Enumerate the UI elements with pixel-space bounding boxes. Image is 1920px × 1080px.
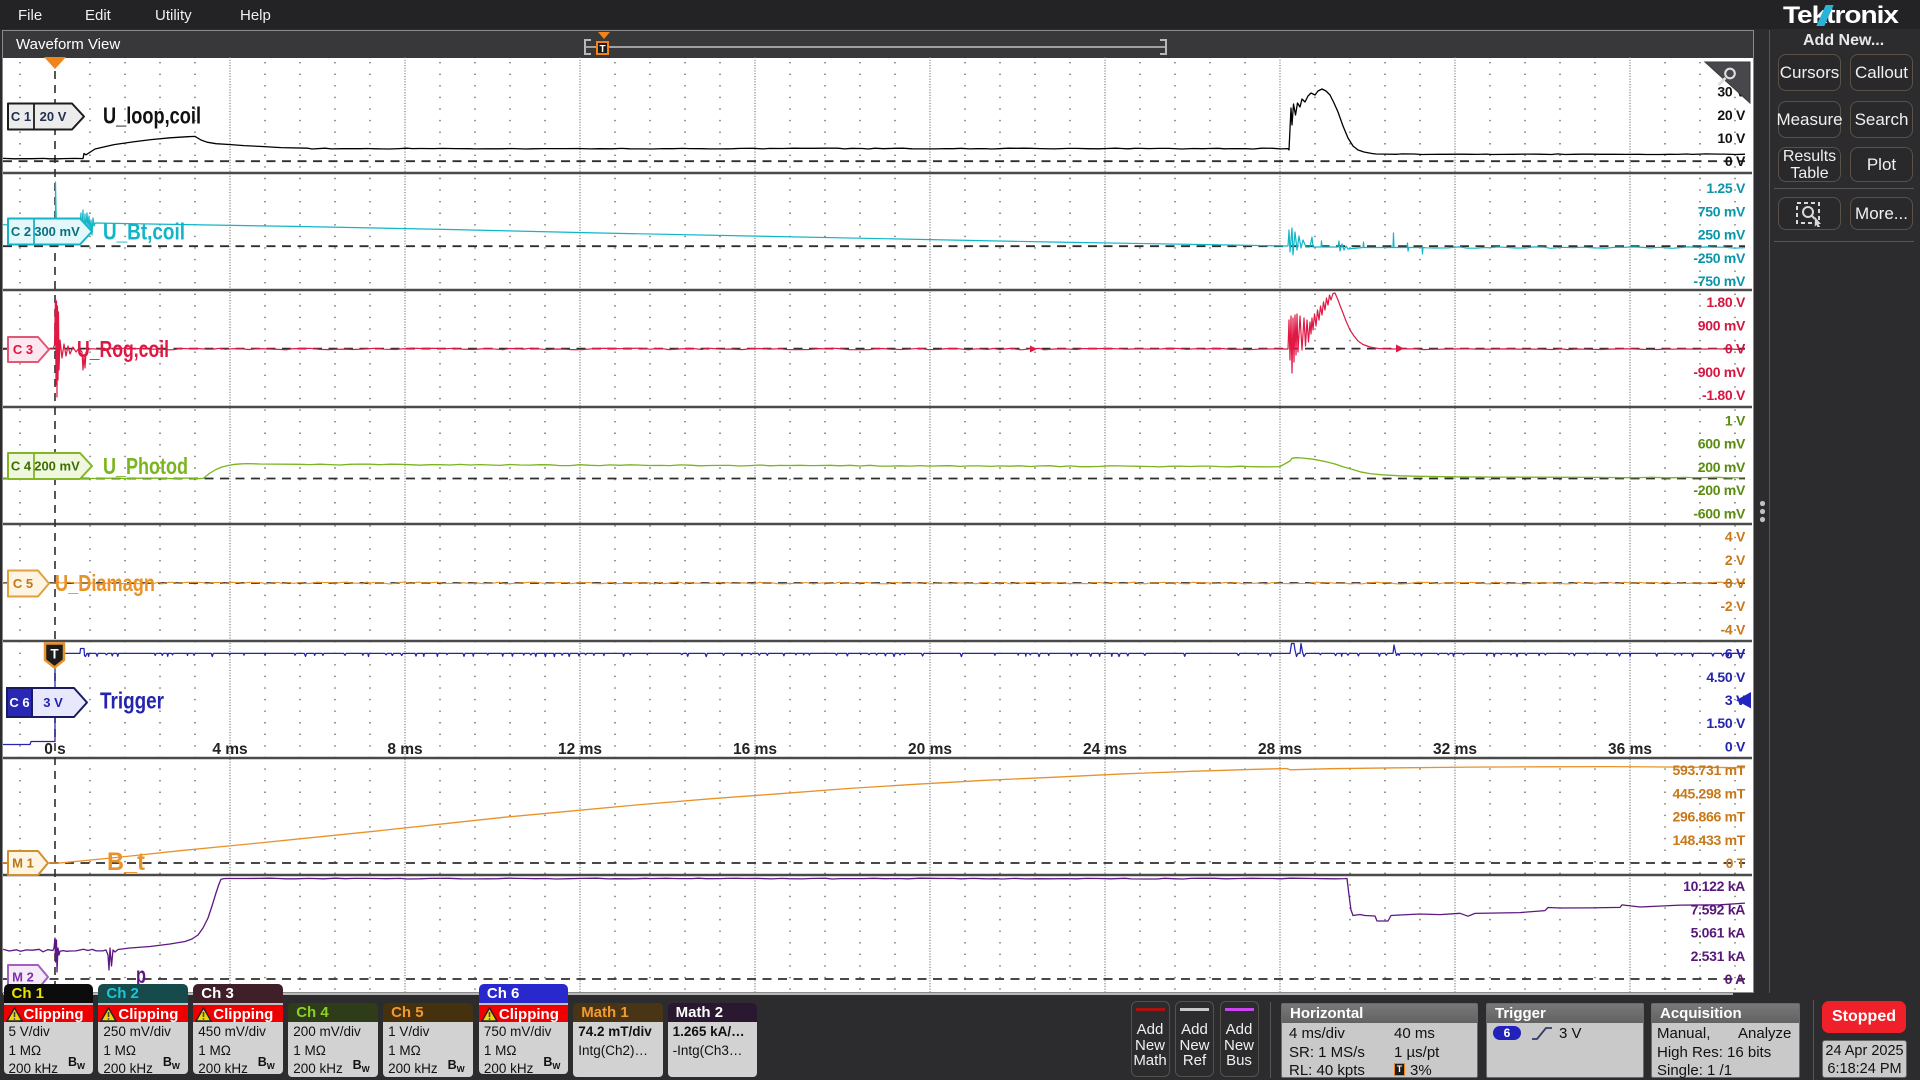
svg-text:20 ms: 20 ms [908,741,952,758]
svg-text:10 V: 10 V [1717,130,1746,146]
svg-text:36 ms: 36 ms [1608,741,1652,758]
svg-text:0 V: 0 V [1725,738,1746,754]
svg-text:2.531 kA: 2.531 kA [1691,948,1746,964]
svg-text:20 V: 20 V [1717,107,1746,123]
svg-text:0 A: 0 A [1725,971,1746,987]
svg-text:M 1: M 1 [12,856,34,871]
svg-text:B_t: B_t [107,848,146,876]
svg-text:7.592 kA: 7.592 kA [1691,901,1746,917]
svg-text:8 ms: 8 ms [387,741,422,758]
svg-text:1.80 V: 1.80 V [1706,294,1746,310]
svg-text:-900 mV: -900 mV [1693,364,1746,380]
svg-text:445.298 mT: 445.298 mT [1673,785,1746,801]
svg-text:20 V: 20 V [40,109,67,124]
svg-text:C 5: C 5 [13,576,33,591]
svg-text:U_loop,coil: U_loop,coil [103,103,201,129]
svg-text:-600 mV: -600 mV [1693,505,1746,521]
svg-text:-200 mV: -200 mV [1693,482,1746,498]
svg-text:200 mV: 200 mV [34,459,80,474]
svg-text:10.122 kA: 10.122 kA [1683,878,1745,894]
svg-text:0 V: 0 V [1725,341,1746,357]
svg-text:148.433 mT: 148.433 mT [1673,832,1746,848]
svg-text:3 V: 3 V [43,695,63,710]
svg-text:T: T [50,647,59,662]
svg-text:600 mV: 600 mV [1698,436,1746,452]
svg-text:U_Bt,coil: U_Bt,coil [103,219,185,245]
svg-text:U_Diamagn: U_Diamagn [55,570,155,596]
svg-text:0 V: 0 V [1725,153,1746,169]
svg-text:M 2: M 2 [12,970,34,985]
svg-text:4.50 V: 4.50 V [1706,669,1746,685]
svg-text:-750 mV: -750 mV [1693,273,1746,289]
svg-text:5.061 kA: 5.061 kA [1691,925,1746,941]
svg-text:1.25 V: 1.25 V [1706,180,1746,196]
svg-text:U_Photod: U_Photod [103,453,188,479]
svg-text:4 V: 4 V [1725,529,1746,545]
svg-text:-4 V: -4 V [1721,621,1746,637]
svg-text:300 mV: 300 mV [34,224,80,239]
svg-text:1 V: 1 V [1725,413,1746,429]
svg-text:4 ms: 4 ms [212,741,247,758]
svg-text:0 V: 0 V [1725,575,1746,591]
svg-text:900 mV: 900 mV [1698,317,1746,333]
svg-text:296.866 mT: 296.866 mT [1673,809,1746,825]
svg-text:2 V: 2 V [1725,552,1746,568]
svg-text:750 mV: 750 mV [1698,203,1746,219]
svg-text:0 T: 0 T [1726,855,1746,871]
svg-text:U_Rog,coil: U_Rog,coil [77,336,169,362]
svg-text:-2 V: -2 V [1721,598,1746,614]
svg-text:C 6: C 6 [9,695,29,710]
svg-text:C 2: C 2 [11,224,31,239]
svg-text:0 s: 0 s [44,741,66,758]
svg-text:200 mV: 200 mV [1698,459,1746,475]
svg-text:32 ms: 32 ms [1433,741,1477,758]
svg-text:24 ms: 24 ms [1083,741,1127,758]
svg-text:C 4: C 4 [11,459,32,474]
svg-text:6 V: 6 V [1725,646,1746,662]
svg-text:C 1: C 1 [11,109,31,124]
svg-text:-1.80 V: -1.80 V [1702,387,1746,403]
svg-text:-250 mV: -250 mV [1693,250,1746,266]
svg-text:C 3: C 3 [13,342,33,357]
svg-text:250 mV: 250 mV [1698,227,1746,243]
svg-text:Trigger: Trigger [100,688,164,714]
svg-text:16 ms: 16 ms [733,741,777,758]
svg-text:12 ms: 12 ms [558,741,602,758]
svg-text:28 ms: 28 ms [1258,741,1302,758]
svg-text:1.50 V: 1.50 V [1706,715,1746,731]
svg-text:593.731 mT: 593.731 mT [1673,762,1746,778]
